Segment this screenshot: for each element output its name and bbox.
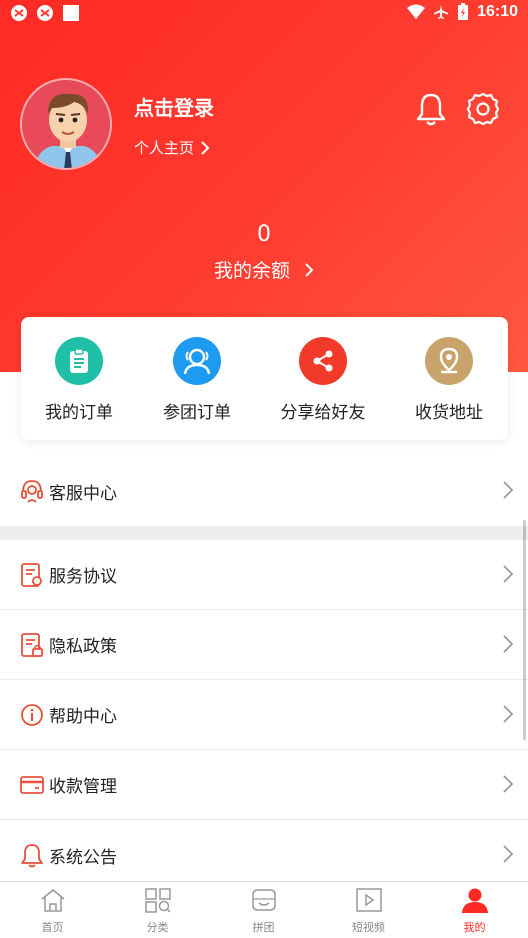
video-icon — [355, 888, 382, 912]
group-buy-icon — [251, 889, 276, 911]
menu-item-announcements[interactable]: 系统公告 — [0, 820, 528, 890]
bell-icon — [21, 844, 43, 868]
menu-item-label: 隐私政策 — [49, 637, 117, 657]
menu-item-payment-management[interactable]: 收款管理 — [0, 750, 528, 820]
avatar[interactable] — [20, 78, 112, 170]
bottom-tab-bar: 首页 分类 拼团 短视频 我的 — [0, 881, 528, 938]
notification-bell-icon[interactable] — [413, 91, 449, 127]
chevron-right-icon — [201, 140, 210, 155]
profile-icon — [461, 888, 488, 913]
homepage-label: 个人主页 — [134, 139, 195, 157]
menu-group-support: 客服中心 — [0, 456, 528, 526]
menu-item-label: 帮助中心 — [49, 707, 117, 727]
home-icon — [41, 889, 64, 912]
app-notification-icon — [37, 5, 53, 21]
quick-action-label: 参团订单 — [163, 403, 231, 423]
quick-action-share[interactable]: 分享给好友 — [263, 337, 383, 423]
share-icon — [299, 337, 347, 385]
tab-label: 拼团 — [252, 921, 275, 934]
balance-label: 我的余额 — [213, 260, 290, 282]
app-notification-icon — [11, 5, 27, 21]
avatar-illustration — [22, 80, 110, 168]
tab-mine[interactable]: 我的 — [422, 887, 527, 935]
chevron-right-icon — [503, 481, 514, 499]
tab-home[interactable]: 首页 — [0, 887, 105, 935]
tab-short-video[interactable]: 短视频 — [316, 887, 421, 935]
privacy-doc-icon — [21, 633, 43, 657]
menu-item-label: 客服中心 — [49, 483, 117, 504]
tab-label: 分类 — [146, 921, 169, 934]
status-time: 16:10 — [477, 3, 518, 20]
menu-item-label: 服务协议 — [49, 567, 117, 587]
balance-amount[interactable]: 0 — [0, 222, 528, 247]
tab-label: 首页 — [41, 921, 64, 934]
headset-icon — [21, 480, 43, 503]
quick-actions-card: 我的订单 参团订单 分享给好友 收货地址 — [21, 317, 508, 440]
category-icon — [144, 888, 171, 913]
chevron-right-icon — [503, 635, 514, 653]
tab-label: 我的 — [463, 921, 486, 934]
chevron-right-icon — [503, 705, 514, 723]
scrollbar[interactable] — [523, 520, 526, 740]
menu-item-service-agreement[interactable]: 服务协议 — [0, 540, 528, 610]
clipboard-icon — [55, 337, 103, 385]
location-pin-icon — [425, 337, 473, 385]
menu-item-customer-service[interactable]: 客服中心 — [0, 456, 528, 526]
chevron-right-icon — [503, 565, 514, 583]
menu-group-general: 服务协议 隐私政策 帮助中心 收款管理 系统公告 — [0, 540, 528, 890]
tab-group-buy[interactable]: 拼团 — [211, 887, 316, 935]
quick-action-label: 分享给好友 — [280, 403, 366, 423]
quick-action-address[interactable]: 收货地址 — [389, 337, 509, 423]
quick-action-label: 我的订单 — [45, 403, 113, 423]
menu-item-label: 收款管理 — [49, 777, 117, 797]
balance-link[interactable]: 我的余额 — [0, 256, 528, 283]
square-notification-icon — [63, 5, 79, 21]
quick-action-my-orders[interactable]: 我的订单 — [19, 337, 139, 423]
agreement-doc-icon — [21, 563, 42, 587]
tab-category[interactable]: 分类 — [105, 887, 210, 935]
login-link[interactable]: 点击登录 — [134, 92, 214, 121]
homepage-link[interactable]: 个人主页 — [134, 137, 210, 158]
chevron-right-icon — [503, 845, 514, 863]
chevron-right-icon — [503, 775, 514, 793]
menu-item-privacy-policy[interactable]: 隐私政策 — [0, 610, 528, 680]
group-icon — [173, 337, 221, 385]
tab-label: 短视频 — [352, 921, 385, 934]
menu-item-label: 系统公告 — [49, 847, 117, 868]
quick-action-group-orders[interactable]: 参团订单 — [137, 337, 257, 423]
info-icon — [21, 704, 43, 726]
chevron-right-icon — [305, 262, 314, 277]
card-icon — [20, 776, 44, 794]
status-bar: 16:10 — [0, 0, 528, 28]
quick-action-label: 收货地址 — [415, 403, 483, 423]
airplane-icon — [434, 5, 449, 19]
battery-icon — [458, 3, 469, 20]
menu-item-help-center[interactable]: 帮助中心 — [0, 680, 528, 750]
settings-gear-icon[interactable] — [465, 91, 501, 127]
wifi-icon — [407, 4, 426, 19]
section-divider — [0, 526, 528, 540]
